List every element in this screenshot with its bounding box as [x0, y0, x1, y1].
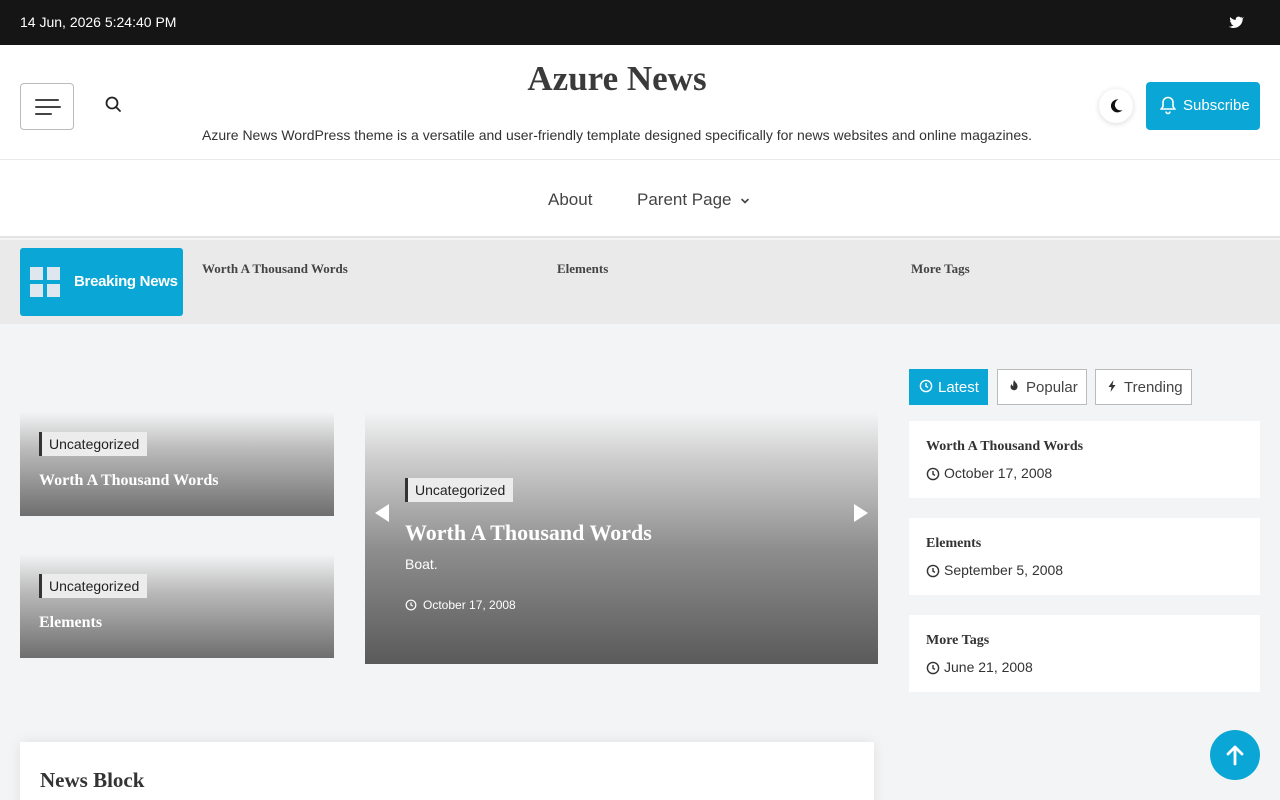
tab-label: Popular [1026, 379, 1078, 396]
ticker-item[interactable]: Worth A Thousand Words [202, 261, 348, 277]
featured-card[interactable]: Uncategorized Elements [20, 554, 334, 658]
sidebar-post[interactable]: Elements September 5, 2008 [909, 518, 1260, 595]
sidebar-post[interactable]: Worth A Thousand Words October 17, 2008 [909, 421, 1260, 498]
subscribe-label: Subscribe [1183, 97, 1250, 114]
clock-icon [926, 467, 940, 481]
bell-icon [1159, 96, 1177, 115]
main-slider-card[interactable]: Uncategorized Worth A Thousand Words Boa… [365, 412, 878, 664]
category-badge[interactable]: Uncategorized [405, 478, 514, 502]
clock-icon [405, 599, 417, 611]
main-navigation: About Parent Page [0, 160, 1280, 238]
current-datetime: 14 Jun, 2026 5:24:40 PM [20, 14, 177, 30]
news-block-section: News Block [20, 742, 874, 800]
sidebar-post-title[interactable]: Worth A Thousand Words [926, 439, 1083, 455]
section-heading: News Block [40, 768, 145, 792]
fire-icon [1010, 380, 1018, 391]
post-title[interactable]: Worth A Thousand Words [39, 472, 219, 490]
bolt-icon [1108, 380, 1116, 392]
sidebar-post-title[interactable]: More Tags [926, 633, 989, 649]
post-title[interactable]: Elements [39, 614, 102, 632]
subscribe-button[interactable]: Subscribe [1146, 82, 1260, 130]
breaking-news-label: Breaking News [20, 248, 183, 316]
top-bar: 14 Jun, 2026 5:24:40 PM [0, 0, 1280, 45]
nav-item-about[interactable]: About [548, 190, 592, 210]
tab-latest[interactable]: Latest [909, 369, 988, 405]
sidebar-post-date: June 21, 2008 [944, 659, 1033, 675]
tab-trending[interactable]: Trending [1095, 369, 1192, 405]
chevron-down-icon[interactable] [739, 195, 751, 207]
site-description: Azure News WordPress theme is a versatil… [201, 127, 1033, 143]
breaking-news-text: Breaking News [74, 273, 178, 290]
ticker-item[interactable]: Elements [557, 261, 608, 277]
nav-item-parent-page[interactable]: Parent Page [637, 190, 732, 210]
sidebar-post-date: October 17, 2008 [944, 465, 1053, 481]
clock-icon [926, 564, 940, 578]
post-excerpt: Boat. [405, 556, 438, 572]
featured-card[interactable]: Uncategorized Worth A Thousand Words [20, 412, 334, 516]
grid-icon [30, 267, 60, 297]
scroll-to-top-button[interactable] [1210, 730, 1260, 780]
sidebar-post[interactable]: More Tags June 21, 2008 [909, 615, 1260, 692]
sidebar-post-title[interactable]: Elements [926, 536, 981, 552]
site-header: Azure News Azure News WordPress theme is… [0, 45, 1280, 160]
ticker-item[interactable]: More Tags [911, 261, 970, 277]
category-badge[interactable]: Uncategorized [39, 432, 148, 456]
site-title[interactable]: Azure News [0, 59, 1234, 99]
post-date-text: October 17, 2008 [423, 598, 516, 612]
slider-prev-arrow[interactable] [375, 504, 389, 522]
breaking-news-bar: Breaking News Worth A Thousand Words Ele… [0, 240, 1280, 324]
tab-popular[interactable]: Popular [997, 369, 1087, 405]
tab-label: Trending [1124, 379, 1183, 396]
moon-icon [1110, 99, 1123, 113]
tab-label: Latest [938, 379, 979, 396]
post-title[interactable]: Worth A Thousand Words [405, 520, 652, 546]
category-badge[interactable]: Uncategorized [39, 574, 148, 598]
twitter-icon[interactable] [1228, 14, 1244, 30]
dark-mode-toggle[interactable] [1099, 89, 1133, 123]
slider-next-arrow[interactable] [854, 504, 868, 522]
clock-icon [919, 379, 933, 393]
clock-icon [926, 661, 940, 675]
sidebar-post-date: September 5, 2008 [944, 562, 1064, 578]
arrow-up-icon [1226, 745, 1244, 766]
